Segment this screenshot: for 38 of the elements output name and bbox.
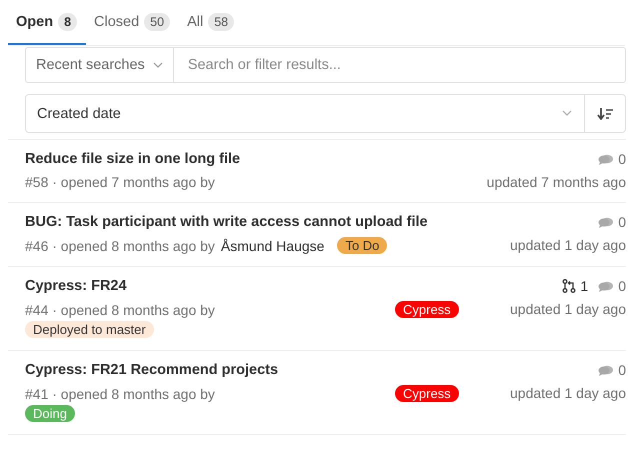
chevron-down-icon [562,110,572,117]
label-badge[interactable]: Cypress [395,301,459,318]
comment-count: 0 [618,151,626,167]
issue-title[interactable]: Reduce file size in one long file [25,150,487,168]
tab[interactable]: Open 8 [8,0,86,45]
issue-meta: #41 · opened 8 months ago by [25,386,215,402]
tab[interactable]: All 58 [179,0,244,45]
comments-icon [598,152,614,166]
recent-searches-dropdown[interactable]: Recent searches [25,47,174,83]
comment-count: 0 [618,362,626,378]
comments-icon [598,280,614,292]
label-badge[interactable]: To Do [337,237,388,254]
comment-count: 0 [618,278,626,294]
merge-request-count: 1 [580,278,588,294]
label-badge[interactable]: Deployed to master [25,321,154,338]
count-badge: 8 [58,12,78,30]
tab[interactable]: Closed 50 [86,0,180,45]
comment-count: 0 [618,214,626,230]
sort-icon [597,107,613,120]
issue-title[interactable]: BUG: Task participant with write access cannot upload file [25,213,510,231]
comments-icon [598,364,614,376]
updated-time: updated 1 day ago [510,237,626,253]
issue-title[interactable]: Cypress: FR24 [25,277,510,295]
search-field[interactable]: Search or filter results... [174,47,626,83]
updated-time: updated 1 day ago [510,385,626,401]
merge-request-icon [562,279,576,293]
author-link[interactable]: Åsmund Haugse [220,238,324,254]
label-badge[interactable]: Cypress [395,385,459,402]
count-badge: 58 [208,12,234,30]
comments-icon [598,216,614,228]
issue-title[interactable]: Cypress: FR21 Recommend projects [25,361,510,379]
count-badge: 50 [144,12,170,30]
updated-time: updated 7 months ago [486,174,626,190]
issue-meta: #46 · opened 8 months ago by [25,238,215,254]
updated-time: updated 1 day ago [510,301,626,317]
issue-meta: #44 · opened 8 months ago by [25,302,215,318]
issue-meta: #58 · opened 7 months ago by [25,174,215,190]
chevron-down-icon [152,62,163,68]
